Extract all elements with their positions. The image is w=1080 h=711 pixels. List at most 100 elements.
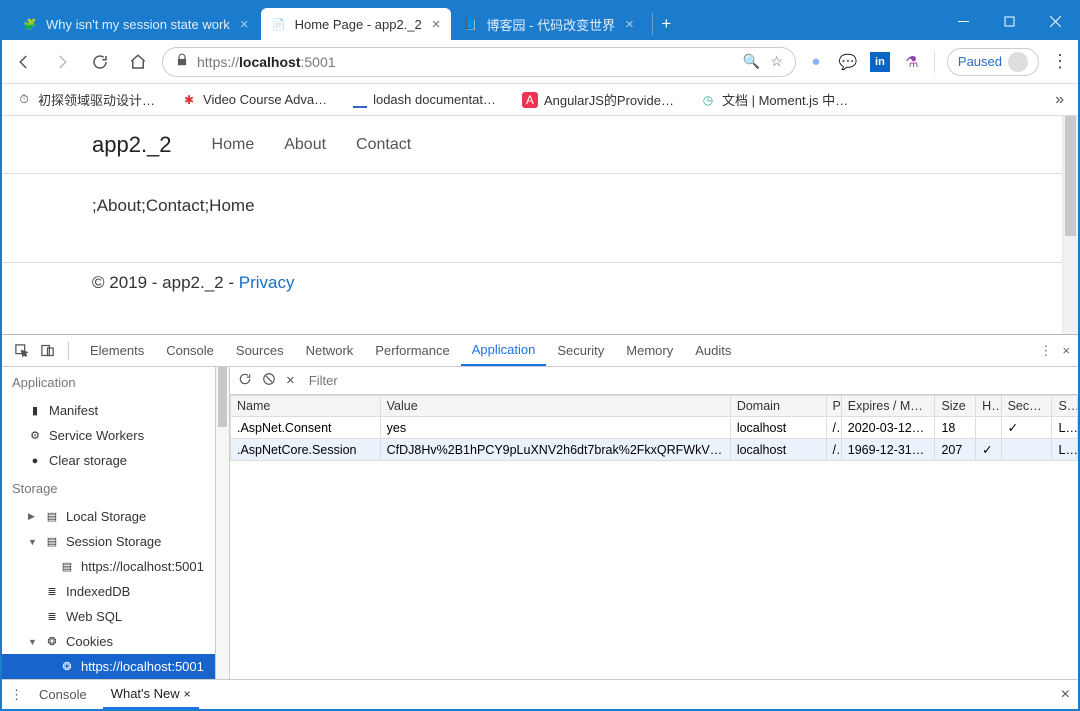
inspect-element-icon[interactable] <box>10 343 32 358</box>
page-viewport: app2._2 Home About Contact ;About;Contac… <box>2 116 1078 334</box>
reload-button[interactable] <box>86 48 114 76</box>
chevron-down-icon: ▼ <box>28 637 38 647</box>
avatar-icon <box>1008 52 1028 72</box>
column-header[interactable]: H… <box>976 396 1001 417</box>
devtools-tab-security[interactable]: Security <box>546 335 615 366</box>
sidebar-item-indexeddb[interactable]: ≣IndexedDB <box>2 579 215 604</box>
nav-link-contact[interactable]: Contact <box>356 136 411 154</box>
sidebar-item-session-storage-origin[interactable]: ▤https://localhost:5001 <box>2 554 215 579</box>
column-header[interactable]: P <box>826 396 841 417</box>
sidebar-scrollbar[interactable] <box>216 367 230 679</box>
sidebar-item-service-workers[interactable]: ⚙Service Workers <box>2 423 215 448</box>
maximize-button[interactable] <box>986 2 1032 40</box>
close-icon[interactable]: × <box>432 16 441 33</box>
cookies-panel: × NameValueDomainPExpires / Max…SizeH…Se… <box>230 367 1078 679</box>
window-title-bar: 🧩 Why isn't my session state work × 📄 Ho… <box>2 2 1078 40</box>
close-icon[interactable]: × <box>184 687 191 701</box>
minimize-button[interactable] <box>940 2 986 40</box>
sidebar-item-cookies-origin[interactable]: ❂https://localhost:5001 <box>2 654 215 679</box>
cookie-icon: ❂ <box>45 635 59 649</box>
wechat-icon[interactable]: 💬 <box>838 52 858 72</box>
kebab-menu-icon[interactable]: ⋮ <box>1051 51 1070 72</box>
browser-tab-1[interactable]: 📄 Home Page - app2._2 × <box>261 8 451 40</box>
bookmark-overflow-icon[interactable]: » <box>1055 91 1064 109</box>
forward-button[interactable] <box>48 48 76 76</box>
sidebar-item-cookies[interactable]: ▼❂Cookies <box>2 629 215 654</box>
tab-title: Home Page - app2._2 <box>295 17 422 32</box>
filter-input[interactable] <box>305 371 1070 390</box>
kebab-menu-icon[interactable]: ⋮ <box>10 687 23 703</box>
delete-icon[interactable]: × <box>286 372 295 389</box>
devtools-tab-network[interactable]: Network <box>295 335 365 366</box>
close-icon[interactable]: × <box>240 16 249 33</box>
bookmark-item[interactable]: ◷文档 | Moment.js 中… <box>700 90 848 109</box>
bookmark-item[interactable]: AAngularJS的Provide… <box>522 90 674 109</box>
application-sidebar: Application ▮Manifest ⚙Service Workers ●… <box>2 367 216 679</box>
refresh-icon[interactable] <box>238 372 252 389</box>
devtools-tab-memory[interactable]: Memory <box>615 335 684 366</box>
linkedin-icon[interactable]: in <box>870 52 890 72</box>
kebab-menu-icon[interactable]: ⋮ <box>1039 343 1052 359</box>
flask-icon[interactable]: ⚗ <box>902 52 922 72</box>
clear-all-icon[interactable] <box>262 372 276 389</box>
browser-tab-2[interactable]: 📘 博客园 - 代码改变世界 × <box>453 8 644 40</box>
sidebar-item-clear-storage[interactable]: ●Clear storage <box>2 448 215 473</box>
bookmark-item[interactable]: ⏱初探领域驱动设计… <box>16 90 155 109</box>
profile-paused-chip[interactable]: Paused <box>947 48 1039 76</box>
nav-link-home[interactable]: Home <box>212 136 255 154</box>
drawer-close-icon[interactable]: × <box>1061 686 1070 704</box>
back-button[interactable] <box>10 48 38 76</box>
cookies-table[interactable]: NameValueDomainPExpires / Max…SizeH…Secu… <box>230 395 1078 679</box>
table-row[interactable]: .AspNetCore.SessionCfDJ8Hv%2B1hPCY9pLuXN… <box>231 439 1078 461</box>
bookmark-item[interactable]: ✱Video Course Adva… <box>181 92 327 108</box>
browser-tab-0[interactable]: 🧩 Why isn't my session state work × <box>12 8 259 40</box>
page-body-text: ;About;Contact;Home <box>2 174 1062 238</box>
close-icon[interactable]: × <box>625 16 634 33</box>
devtools-tab-elements[interactable]: Elements <box>79 335 155 366</box>
bookmark-label: Video Course Adva… <box>203 92 327 107</box>
sidebar-item-session-storage[interactable]: ▼▤Session Storage <box>2 529 215 554</box>
bookmark-icon: A <box>522 92 538 108</box>
devtools-panel: ElementsConsoleSourcesNetworkPerformance… <box>2 334 1078 709</box>
devtools-tab-application[interactable]: Application <box>461 335 547 366</box>
star-icon[interactable]: ☆ <box>770 53 783 70</box>
new-tab-button[interactable]: + <box>652 13 680 35</box>
storage-icon: ▤ <box>45 510 59 524</box>
devtools-close-icon[interactable]: × <box>1062 343 1070 358</box>
column-header[interactable]: Expires / Max… <box>841 396 935 417</box>
column-header[interactable]: Size <box>935 396 976 417</box>
storage-icon: ▤ <box>45 535 59 549</box>
table-row[interactable]: .AspNet.Consentyeslocalhost/2020-03-12T…… <box>231 417 1078 439</box>
sidebar-item-websql[interactable]: ≣Web SQL <box>2 604 215 629</box>
drawer-tab-console[interactable]: Console <box>31 680 95 709</box>
url-text: https://localhost:5001 <box>197 54 735 70</box>
search-icon[interactable]: 🔍 <box>743 53 760 70</box>
nav-link-about[interactable]: About <box>284 136 326 154</box>
column-header[interactable]: Name <box>231 396 381 417</box>
column-header[interactable]: Value <box>380 396 730 417</box>
devtools-tab-performance[interactable]: Performance <box>364 335 460 366</box>
device-toggle-icon[interactable] <box>36 343 58 358</box>
bookmark-item[interactable]: lodash documentat… <box>353 92 496 108</box>
devtools-tab-audits[interactable]: Audits <box>684 335 742 366</box>
paused-label: Paused <box>958 54 1002 69</box>
address-bar[interactable]: https://localhost:5001 🔍 ☆ <box>162 47 796 77</box>
devtools-tab-console[interactable]: Console <box>155 335 225 366</box>
sidebar-item-manifest[interactable]: ▮Manifest <box>2 398 215 423</box>
site-brand[interactable]: app2._2 <box>92 132 172 158</box>
chevron-right-icon: ▶ <box>28 511 38 522</box>
browser-toolbar: https://localhost:5001 🔍 ☆ ● 💬 in ⚗ Paus… <box>2 40 1078 84</box>
drawer-tab-whats-new[interactable]: What's New× <box>103 680 199 709</box>
sidebar-item-local-storage[interactable]: ▶▤Local Storage <box>2 504 215 529</box>
devtools-tab-sources[interactable]: Sources <box>225 335 295 366</box>
close-window-button[interactable] <box>1032 2 1078 40</box>
column-header[interactable]: Secure <box>1001 396 1052 417</box>
devtools-tab-bar: ElementsConsoleSourcesNetworkPerformance… <box>2 335 1078 367</box>
column-header[interactable]: S… <box>1052 396 1078 417</box>
home-button[interactable] <box>124 48 152 76</box>
footer-privacy-link[interactable]: Privacy <box>239 273 295 292</box>
extension-icon[interactable]: ● <box>806 52 826 72</box>
storage-icon: ▤ <box>60 560 74 574</box>
page-scrollbar[interactable] <box>1062 116 1078 334</box>
column-header[interactable]: Domain <box>730 396 826 417</box>
